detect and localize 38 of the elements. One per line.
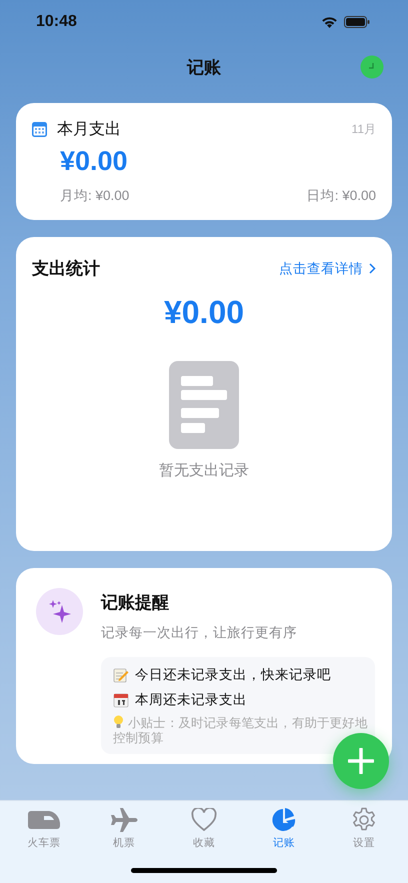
card-title: 支出统计 xyxy=(32,258,100,280)
chevron-icon xyxy=(369,263,376,274)
tab[interactable]: 收藏 xyxy=(164,801,244,850)
reminder-text: 今日还未记录支出，快来记录吧 xyxy=(135,666,331,684)
calendar-icon xyxy=(113,692,129,708)
monthly-amount: ¥0.00 xyxy=(60,146,129,177)
empty-chart-icon xyxy=(169,361,239,449)
daily-average: 日均: ¥0.00 xyxy=(306,187,376,205)
card-subtitle: 记录每一次出行，让旅行更有序 xyxy=(101,624,298,642)
status-time: 10:48 xyxy=(36,13,77,31)
tab[interactable]: 火车票 xyxy=(4,801,84,850)
month-label: 11月 xyxy=(352,121,376,138)
page-title: 记账 xyxy=(187,56,221,78)
battery-icon xyxy=(344,16,370,28)
card-title: 本月支出 xyxy=(57,120,121,140)
sparkles-icon xyxy=(36,588,83,635)
tab[interactable]: 记账 xyxy=(244,801,324,850)
tab[interactable]: 设置 xyxy=(324,801,404,850)
plus-icon xyxy=(348,748,374,774)
tab[interactable]: 机票 xyxy=(84,801,164,850)
train-icon xyxy=(27,808,61,832)
card-title: 记账提醒 xyxy=(101,592,170,614)
airplane-icon xyxy=(110,807,138,833)
pie-chart-icon xyxy=(271,807,297,833)
wifi-icon xyxy=(321,16,338,28)
heart-icon xyxy=(191,808,217,832)
clock-icon[interactable] xyxy=(360,55,384,79)
memo-icon xyxy=(113,667,129,683)
reminder-text: 本周还未记录支出 xyxy=(135,691,247,709)
stats-amount: ¥0.00 xyxy=(164,294,244,331)
settings-icon xyxy=(351,807,377,833)
calendar-icon xyxy=(32,122,47,137)
lightbulb-icon xyxy=(113,715,124,729)
add-button[interactable] xyxy=(333,733,389,789)
tip-text: 小贴士：及时记录每笔支出，有助于更好地控制预算 xyxy=(113,715,368,746)
empty-message: 暂无支出记录 xyxy=(159,461,249,480)
monthly-average: 月均: ¥0.00 xyxy=(60,187,130,205)
details-link[interactable]: 点击查看详情 xyxy=(279,260,376,278)
